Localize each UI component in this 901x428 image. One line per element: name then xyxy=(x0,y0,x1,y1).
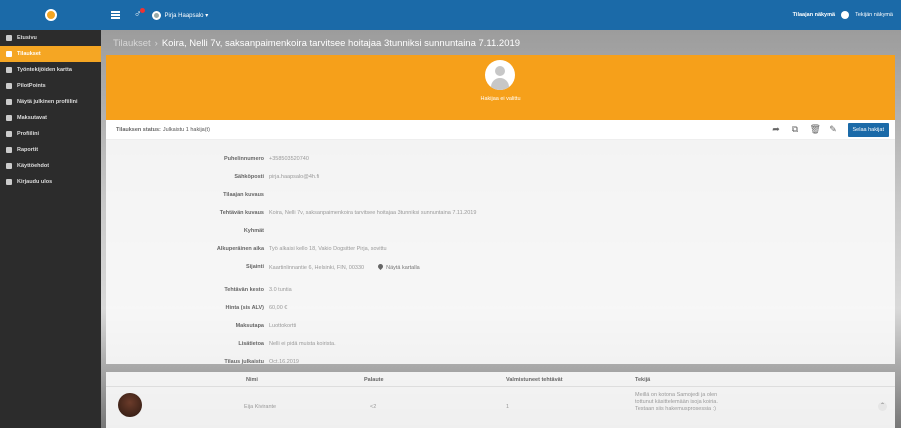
main-content: Tilaukset › Koira, Nelli 7v, saksanpaime… xyxy=(101,30,901,428)
orders-icon xyxy=(6,51,12,57)
logo xyxy=(44,9,57,21)
sidebar-item-julkinen-profiili[interactable]: Näytä julkinen profiilini xyxy=(0,94,101,110)
column-header-worker: Tekijä xyxy=(635,377,651,383)
top-bar: ♂ Pirja Haapsalo ▾ Tilaajan näkymä Tekij… xyxy=(0,0,901,30)
sidebar-item-kirjaudu-ulos[interactable]: Kirjaudu ulos xyxy=(0,174,101,190)
sidebar-item-label: Näytä julkinen profiilini xyxy=(17,99,78,105)
applicant-name[interactable]: Eija Kivirante xyxy=(244,404,276,410)
selected-worker-banner: Hakijaa ei valittu xyxy=(106,55,895,120)
user-icon xyxy=(6,131,12,137)
edit-icon[interactable]: ✎ xyxy=(829,125,838,134)
sidebar: Etusivu Tilaukset Työntekijöiden kartta … xyxy=(0,30,101,428)
logout-icon xyxy=(6,179,12,185)
breadcrumb-separator: › xyxy=(154,38,158,49)
show-on-map-link[interactable]: Näytä kartalla xyxy=(377,262,420,271)
sidebar-item-etusivu[interactable]: Etusivu xyxy=(0,30,101,46)
sidebar-item-label: Käyttöehdot xyxy=(17,163,50,169)
trash-icon[interactable]: 🗑 xyxy=(810,125,821,134)
sidebar-item-tilaukset[interactable]: Tilaukset xyxy=(0,46,101,62)
sidebar-item-maksutavat[interactable]: Maksutavat xyxy=(0,110,101,126)
sidebar-item-profiilini[interactable]: Profiilini xyxy=(0,126,101,142)
page-title: Tilaukset › Koira, Nelli 7v, saksanpaime… xyxy=(113,38,520,49)
applicant-description: Meillä on kotona Samojedi ja olen tottun… xyxy=(635,392,718,412)
sidebar-item-label: Tilaukset xyxy=(17,51,41,57)
star-icon xyxy=(6,99,12,105)
user-avatar xyxy=(151,10,161,20)
sidebar-item-raportit[interactable]: Raportit xyxy=(0,142,101,158)
share-icon[interactable]: ➦ xyxy=(772,125,781,134)
role-other-label[interactable]: Tekijän näkymä xyxy=(855,12,893,18)
copy-icon[interactable]: ⧉ xyxy=(791,125,800,134)
sidebar-item-label: Profiilini xyxy=(17,131,39,137)
map-pin-icon xyxy=(377,262,385,271)
card-icon xyxy=(6,115,12,121)
logo-area[interactable] xyxy=(0,0,101,30)
role-switch: Tilaajan näkymä Tekijän näkymä xyxy=(793,11,893,19)
chevron-up-icon[interactable]: ⌃ xyxy=(878,402,887,411)
status-value: Julkaistu 1 hakija(t) xyxy=(162,126,210,133)
sidebar-item-kayttoehdot[interactable]: Käyttöehdot xyxy=(0,158,101,174)
column-header-done: Valmistuneet tehtävät xyxy=(506,377,563,383)
sidebar-item-tyontekijoiden-kartta[interactable]: Työntekijöiden kartta xyxy=(0,62,101,78)
sidebar-item-label: Työntekijöiden kartta xyxy=(17,67,72,73)
page-title-text: Koira, Nelli 7v, saksanpaimenkoira tarvi… xyxy=(161,38,521,49)
sidebar-item-pilotpoints[interactable]: PilotPoints xyxy=(0,78,101,94)
report-icon xyxy=(6,147,12,153)
map-icon xyxy=(6,67,12,73)
role-toggle[interactable] xyxy=(841,11,850,19)
notification-badge xyxy=(139,8,145,13)
applicant-feedback: <2 xyxy=(370,404,377,410)
column-header-feedback: Palaute xyxy=(364,377,384,383)
breadcrumb[interactable]: Tilaukset xyxy=(113,38,151,49)
no-applicant-label: Hakijaa ei valittu xyxy=(480,96,521,102)
home-icon xyxy=(6,35,12,41)
sidebar-item-label: Raportit xyxy=(17,147,39,153)
order-status-bar: Tilauksen status: Julkaistu 1 hakija(t) … xyxy=(106,120,895,140)
terms-icon xyxy=(6,163,12,169)
notification-icon[interactable]: ♂ xyxy=(134,8,145,20)
applicant-avatar[interactable] xyxy=(118,393,142,417)
order-details-panel: Tilauksen status: Julkaistu 1 hakija(t) … xyxy=(106,120,895,365)
location-text: Kaartinlinnantie 6, Helsinki, FIN, 00330 xyxy=(269,265,365,271)
status-label: Tilauksen status: xyxy=(116,126,161,133)
role-active-label: Tilaajan näkymä xyxy=(792,12,836,18)
placeholder-avatar-icon xyxy=(485,60,515,90)
applicants-table: Nimi Palaute Valmistuneet tehtävät Tekij… xyxy=(106,372,895,428)
sidebar-item-label: Kirjaudu ulos xyxy=(17,179,53,185)
sidebar-item-label: Etusivu xyxy=(17,35,37,41)
user-name: Pirja Haapsalo ▾ xyxy=(164,12,209,19)
order-actions: ➦ ⧉ 🗑 ✎ Selaa hakijat xyxy=(772,122,889,137)
sidebar-item-label: PilotPoints xyxy=(17,83,46,89)
user-menu[interactable]: Pirja Haapsalo ▾ xyxy=(151,10,209,20)
sidebar-item-label: Maksutavat xyxy=(17,115,47,121)
applicant-done-count: 1 xyxy=(506,404,510,410)
browse-applicants-button[interactable]: Selaa hakijat xyxy=(847,122,889,137)
menu-icon[interactable] xyxy=(111,11,120,19)
column-header-name: Nimi xyxy=(246,377,258,383)
points-icon xyxy=(6,83,12,89)
